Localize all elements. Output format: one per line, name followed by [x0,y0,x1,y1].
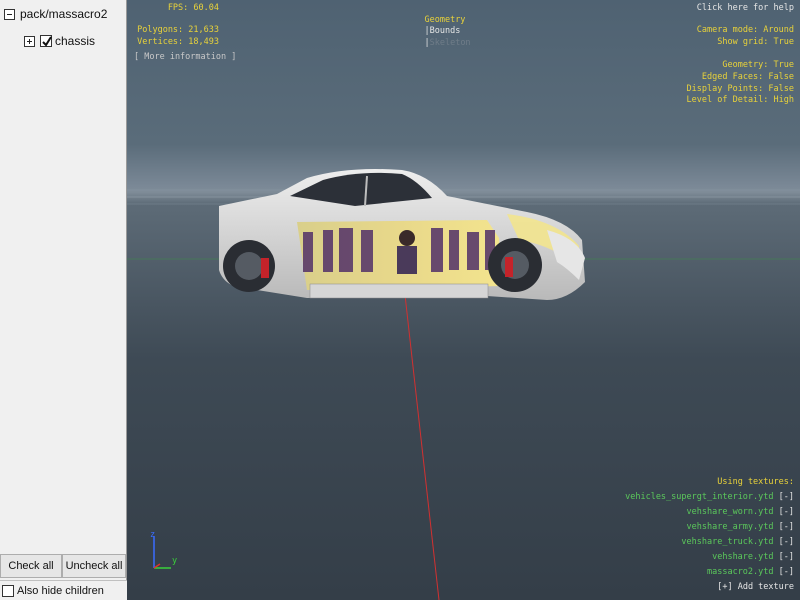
texture-item: massacro2.ytd [-] [707,567,794,579]
geometry-toggle[interactable]: Geometry: True [722,60,794,72]
remove-texture-button[interactable]: [-] [779,522,794,532]
display-points-toggle[interactable]: Display Points: False [687,84,794,96]
tree-node-label: pack/massacro2 [20,7,108,21]
texture-item: vehshare_worn.ytd [-] [687,507,794,519]
also-hide-children-option[interactable]: Also hide children [0,580,127,600]
axis-z-label: z [150,530,156,540]
scene-tree-panel: pack/massacro2 chassis Check all Uncheck… [0,0,127,600]
expand-icon[interactable] [24,35,35,47]
tab-skeleton[interactable]: Skeleton [430,38,471,48]
edged-faces-toggle[interactable]: Edged Faces: False [702,72,794,84]
texture-item: vehshare_truck.ytd [-] [681,537,794,549]
texture-name: vehshare_worn.ytd [686,507,774,517]
texture-name: vehshare_truck.ytd [681,537,774,547]
axis-gizmo [153,536,171,569]
camera-mode-toggle[interactable]: Camera mode: Around [697,25,794,37]
texture-name: vehicles_supergt_interior.ytd [625,492,774,502]
also-hide-children-label: Also hide children [17,584,104,597]
chassis-checkbox[interactable] [40,35,52,47]
vertices-readout: Vertices: 18,493 [137,37,219,47]
car-model [219,169,585,300]
help-link[interactable]: Click here for help [697,3,794,15]
display-tabs: Geometry |Bounds |Skeleton [404,3,471,62]
texture-name: vehshare.ytd [712,552,774,562]
level-of-detail-toggle[interactable]: Level of Detail: High [687,95,794,107]
show-grid-toggle[interactable]: Show grid: True [717,37,794,49]
remove-texture-button[interactable]: [-] [779,492,794,502]
3d-viewport[interactable]: z y FPS: 60.04 Polygons: 21,633 Vertices… [127,0,800,600]
texture-name: massacro2.ytd [706,567,774,577]
tree-node-label: chassis [55,34,96,48]
texture-item: vehshare.ytd [-] [712,552,794,564]
checkmark-icon [42,36,52,47]
uncheck-all-button[interactable]: Uncheck all [62,554,126,578]
remove-texture-button[interactable]: [-] [779,567,794,577]
texture-name: vehshare_army.ytd [686,522,774,532]
remove-texture-button[interactable]: [-] [779,552,794,562]
check-all-button[interactable]: Check all [0,554,62,578]
tree-node-chassis[interactable]: chassis [24,33,95,49]
polygons-readout: Polygons: 21,633 [137,25,219,35]
tab-geometry[interactable]: Geometry [424,15,465,25]
axis-y-label: y [172,556,178,566]
add-texture-button[interactable]: [+] Add texture [717,582,794,594]
also-hide-children-checkbox[interactable] [2,584,14,597]
collapse-icon[interactable] [4,8,15,20]
fps-readout: FPS: 60.04 [167,3,219,13]
tree-node-pack[interactable]: pack/massacro2 [4,6,107,22]
more-information-link[interactable]: [ More information ] [134,52,236,64]
texture-item: vehicles_supergt_interior.ytd [-] [625,492,794,504]
using-textures-heading: Using textures: [717,477,794,487]
texture-item: vehshare_army.ytd [-] [687,522,794,534]
tab-bounds[interactable]: Bounds [430,26,461,36]
remove-texture-button[interactable]: [-] [779,507,794,517]
remove-texture-button[interactable]: [-] [779,537,794,547]
